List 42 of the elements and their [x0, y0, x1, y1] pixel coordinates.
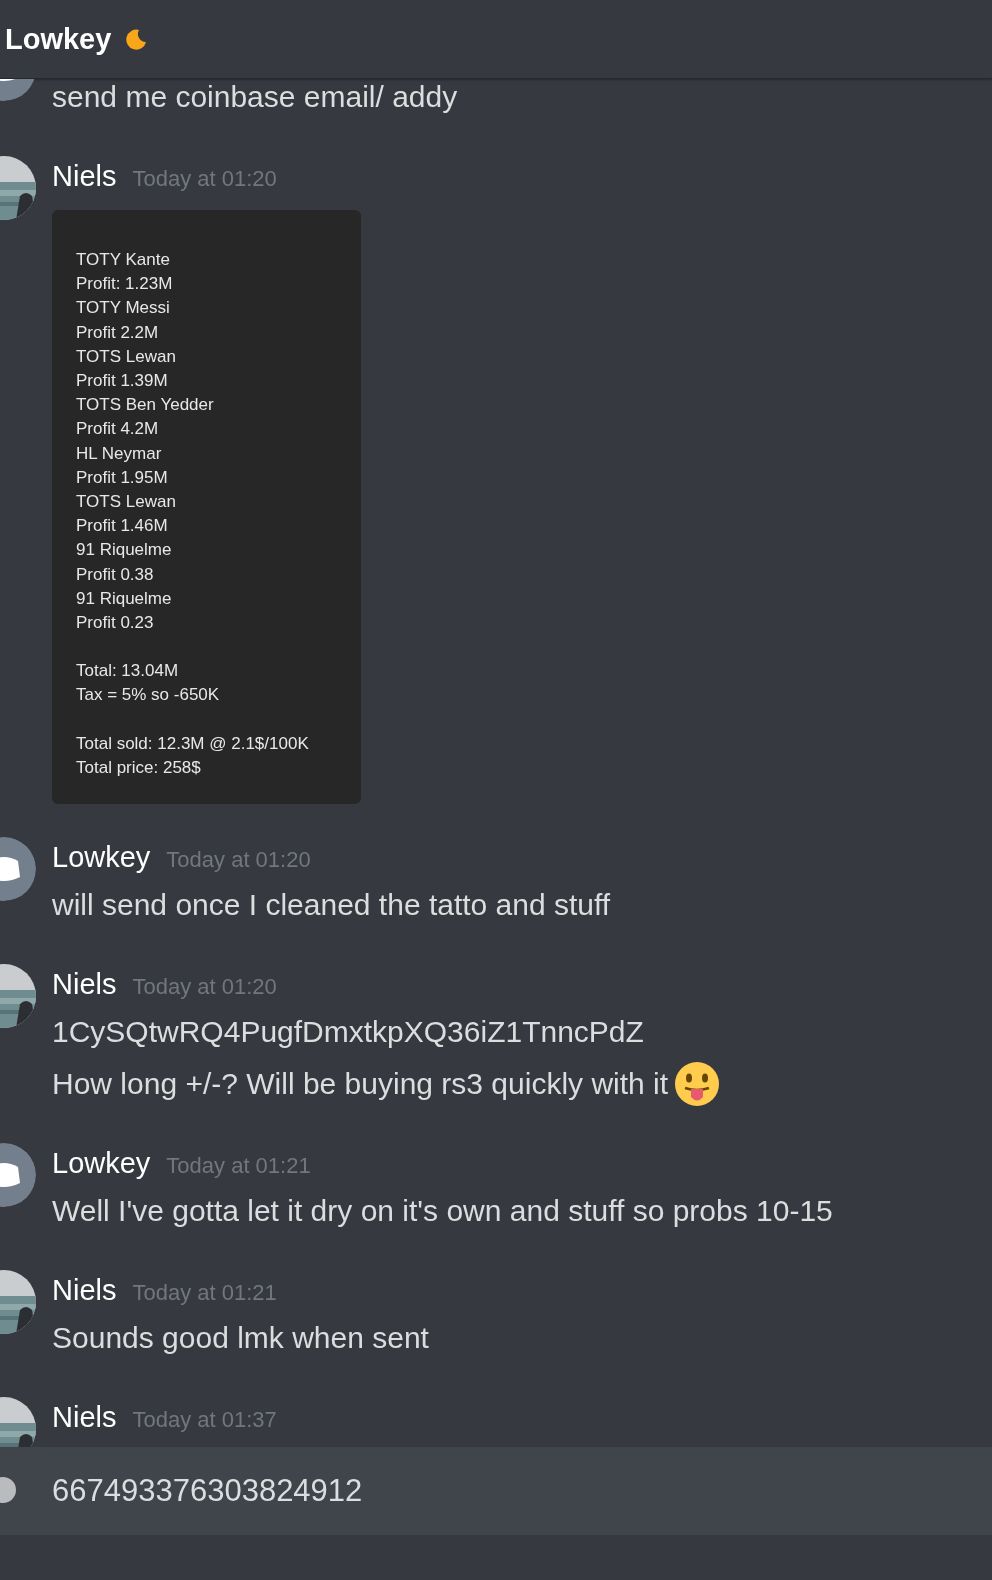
note-line: TOTY Kante: [76, 249, 171, 271]
note-line: TOTY Messi: [76, 297, 171, 320]
image-attachment[interactable]: [52, 210, 361, 805]
timestamp: Today at 01:20: [166, 847, 311, 874]
note-line: Profit 1.39M: [76, 370, 169, 392]
message-field[interactable]: 667493376303824912: [0, 1447, 992, 1535]
message-text: Well I've gotta let it dry on it's own and stuff so probs 10-15: [52, 1193, 833, 1230]
note-line: Profit 4.2M: [76, 418, 160, 441]
note-line: Profit: 1.23M: [76, 273, 174, 296]
channel-title: Lowkey: [5, 22, 112, 56]
author-name[interactable]: Niels: [52, 1274, 117, 1308]
note-line: TOTS Lewan: [76, 345, 177, 368]
message-text: How long +/-? Will be buying rs3 quickly with it: [52, 1066, 669, 1103]
author-name[interactable]: Niels: [52, 968, 117, 1002]
author-name[interactable]: Niels: [52, 1401, 117, 1435]
message-text-input[interactable]: 667493376303824912: [52, 1473, 852, 1509]
message-text: will send once I cleaned the tatto and stuff: [52, 887, 611, 924]
note-line: Tax = 5% so -650K: [76, 684, 221, 707]
message-text: send me coinbase email/ addy: [52, 79, 458, 115]
note-line: Total price: 258$: [76, 756, 202, 779]
note-line: Profit 0.38: [76, 563, 155, 586]
note-line: 91 Riquelme: [76, 587, 173, 610]
note-line: Profit 2.2M: [76, 321, 160, 344]
note-line: HL Neymar: [76, 442, 163, 465]
author-name[interactable]: Lowkey: [52, 1147, 151, 1181]
message-text: 1CySQtwRQ4PugfDmxtkpXQ36iZ1TnncPdZ: [52, 1014, 644, 1051]
message-text: Sounds good lmk when sent: [52, 1320, 429, 1357]
author-name[interactable]: Lowkey: [52, 841, 151, 875]
timestamp: Today at 01:37: [132, 1407, 277, 1434]
timestamp: Today at 01:21: [166, 1153, 311, 1180]
note-line: TOTS Ben Yedder: [76, 394, 215, 417]
note-line: Profit 0.23: [76, 612, 155, 635]
timestamp: Today at 01:21: [132, 1280, 277, 1307]
note-line: TOTS Lewan: [76, 491, 177, 514]
note-line: Profit 1.46M: [76, 515, 169, 538]
timestamp: Today at 01:20: [132, 974, 277, 1001]
note-line: 91 Riquelme: [76, 539, 173, 562]
note-line: Profit 1.95M: [76, 466, 169, 489]
note-line: Total: 13.04M: [76, 660, 180, 683]
timestamp: Today at 01:20: [132, 166, 277, 192]
author-name[interactable]: Niels: [52, 160, 117, 193]
note-line: Total sold: 12.3M @ 2.1$/100K: [76, 732, 310, 755]
